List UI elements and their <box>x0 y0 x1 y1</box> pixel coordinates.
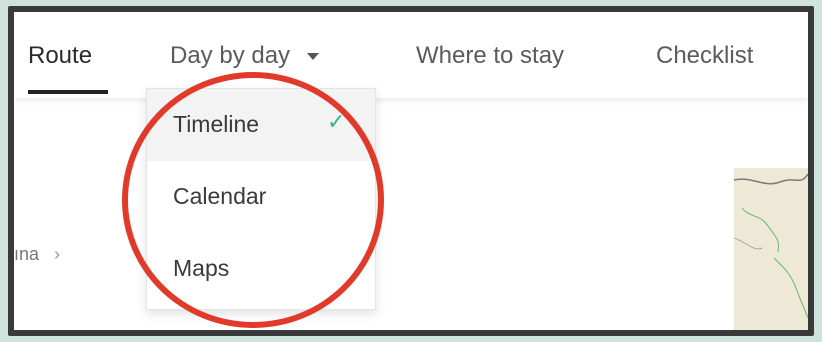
menu-item-maps[interactable]: Maps <box>147 233 375 305</box>
chevron-right-icon: › <box>54 244 61 264</box>
day-by-day-dropdown: Timeline ✓ Calendar Maps <box>146 88 376 310</box>
tab-checklist[interactable]: Checklist <box>656 42 753 70</box>
menu-item-calendar-label: Calendar <box>173 183 267 209</box>
menu-item-maps-label: Maps <box>173 255 230 281</box>
tab-where-to-stay-label: Where to stay <box>416 42 565 69</box>
active-tab-underline <box>28 90 108 94</box>
tab-checklist-label: Checklist <box>656 42 754 69</box>
menu-item-timeline-label: Timeline <box>173 111 260 137</box>
caret-down-icon <box>306 53 319 61</box>
tab-route-label: Route <box>28 42 93 69</box>
map-preview[interactable] <box>733 168 808 330</box>
map-lines-image <box>733 173 808 319</box>
tab-where-to-stay[interactable]: Where to stay <box>416 42 564 70</box>
app-screen: Route Day by day Where to stay Checklist… <box>14 12 808 330</box>
menu-item-calendar[interactable]: Calendar <box>147 161 375 233</box>
tab-day-by-day-label: Day by day <box>170 42 291 69</box>
check-icon: ✓ <box>327 109 346 134</box>
top-navigation: Route Day by day Where to stay Checklist <box>14 12 808 98</box>
tab-route[interactable]: Route <box>28 42 92 70</box>
breadcrumb[interactable]: ına › <box>14 244 60 265</box>
menu-item-timeline[interactable]: Timeline ✓ <box>147 89 375 161</box>
breadcrumb-text: ına <box>14 244 40 264</box>
tab-day-by-day[interactable]: Day by day <box>170 42 319 70</box>
